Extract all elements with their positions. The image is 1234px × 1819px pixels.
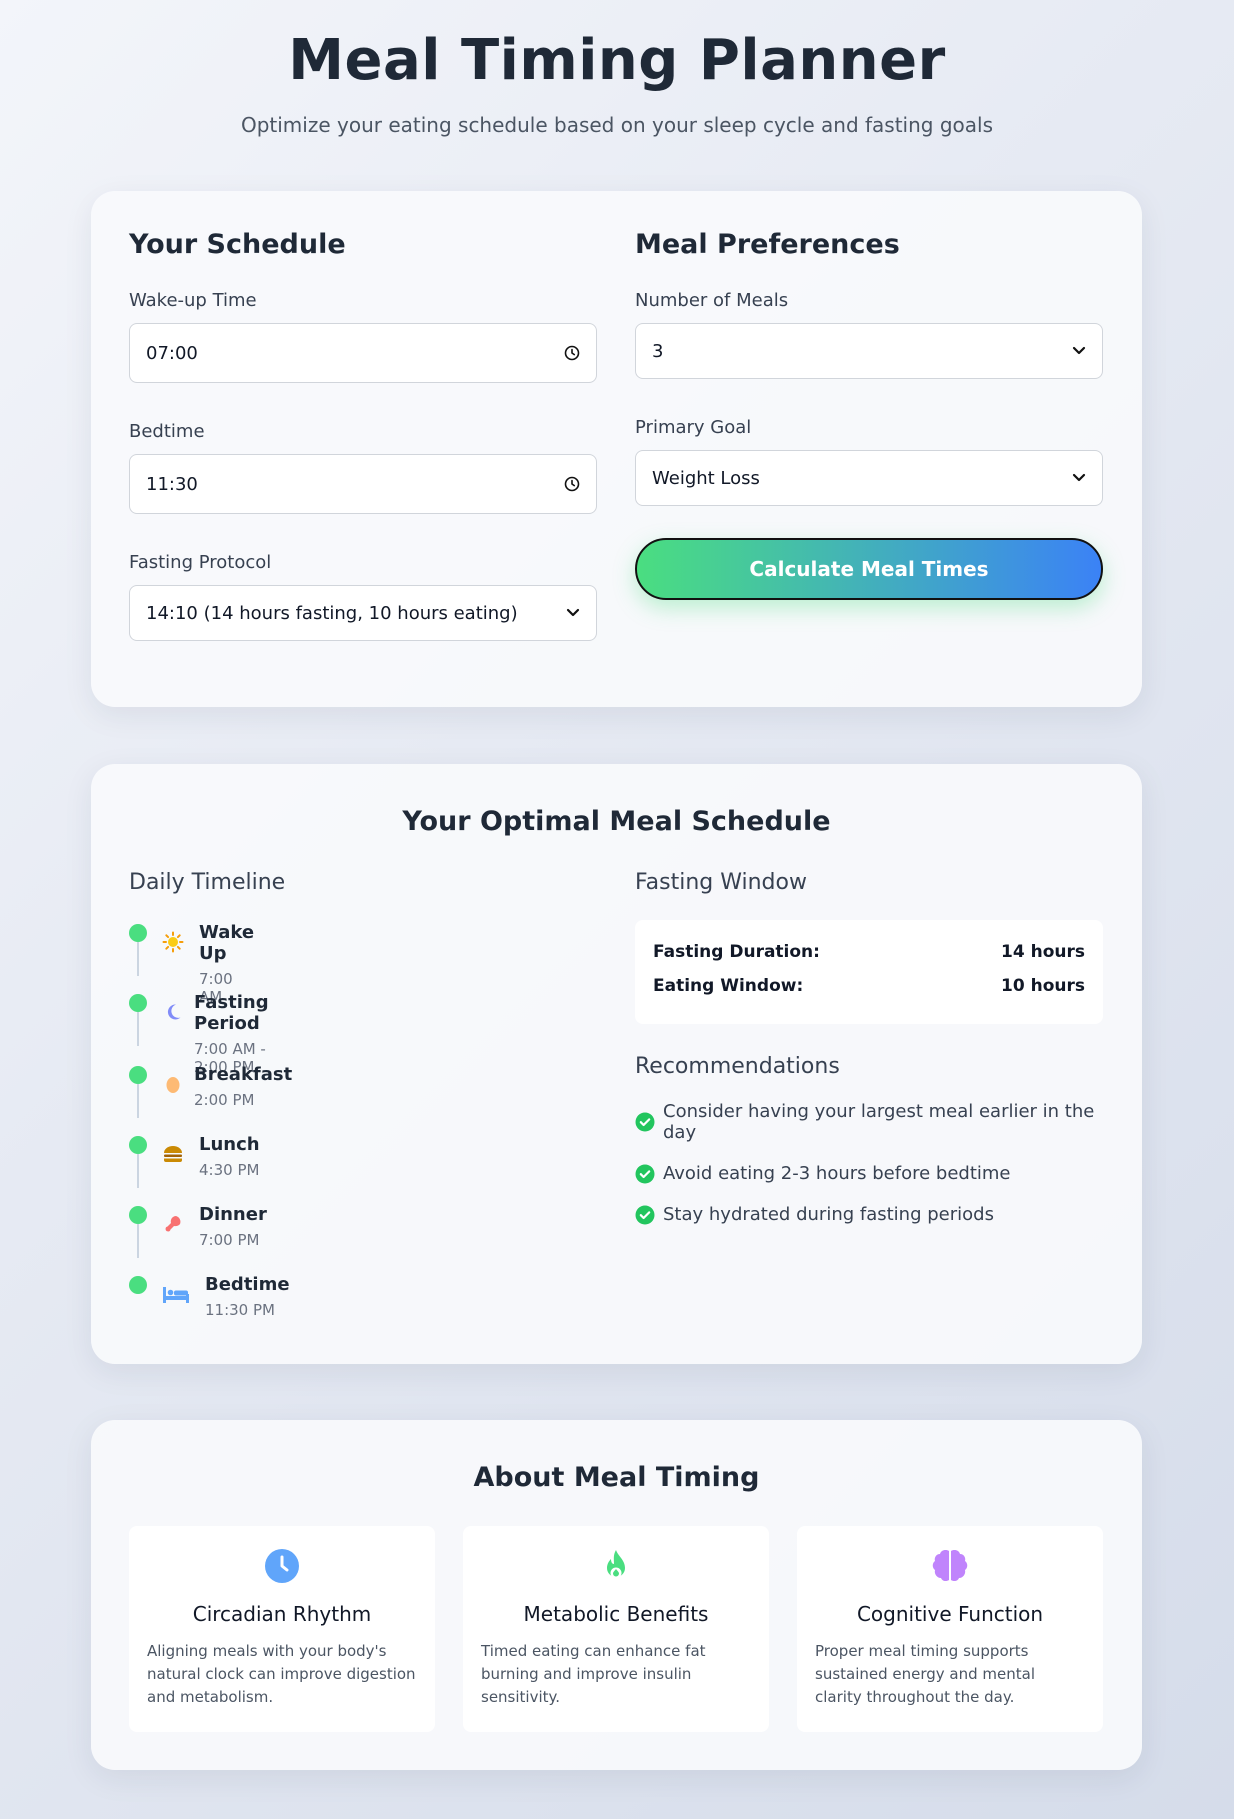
eating-window-value: 10 hours	[1001, 976, 1085, 996]
recommendation-text: Avoid eating 2-3 hours before bedtime	[663, 1163, 1011, 1184]
fasting-duration-row: Fasting Duration: 14 hours	[653, 942, 1085, 962]
fasting-duration-value: 14 hours	[1001, 942, 1085, 962]
protocol-value: 14:10 (14 hours fasting, 10 hours eating…	[146, 602, 518, 624]
timeline-label: Breakfast	[194, 1064, 293, 1085]
info-card-text: Aligning meals with your body's natural …	[147, 1642, 416, 1706]
moon-icon	[161, 1000, 185, 1024]
timeline-dot	[129, 1136, 147, 1154]
recommendation-item: Consider having your largest meal earlie…	[635, 1101, 1115, 1143]
timeline-label: Lunch	[199, 1134, 260, 1155]
timeline-connector	[137, 1084, 139, 1118]
schedule-title: Your Schedule	[129, 229, 346, 260]
info-card: Metabolic Benefits Timed eating can enha…	[463, 1526, 769, 1732]
timeline-dot	[129, 994, 147, 1012]
page-title: Meal Timing Planner	[288, 28, 946, 93]
page-header: Meal Timing Planner Optimize your eating…	[0, 0, 1234, 137]
wake-time-input[interactable]: 07:00	[129, 323, 597, 383]
about-grid: Circadian Rhythm Aligning meals with you…	[129, 1526, 1103, 1732]
recommendations-title: Recommendations	[635, 1054, 840, 1079]
info-card-title: Circadian Rhythm	[192, 1602, 372, 1626]
fasting-window-box: Fasting Duration: 14 hours Eating Window…	[635, 920, 1103, 1024]
recommendation-text: Consider having your largest meal earlie…	[663, 1101, 1095, 1143]
calculate-button[interactable]: Calculate Meal Times	[635, 538, 1103, 600]
meals-value: 3	[652, 340, 664, 362]
chevron-down-icon	[566, 608, 580, 618]
check-circle-icon	[635, 1164, 655, 1183]
wake-time-value: 07:00	[146, 342, 198, 364]
results-title: Your Optimal Meal Schedule	[402, 806, 831, 837]
flame-icon	[481, 1548, 751, 1586]
timeline-dot	[129, 924, 147, 942]
timeline-connector	[137, 942, 139, 976]
clock-icon[interactable]	[564, 345, 580, 361]
meals-count-select[interactable]: 3	[635, 323, 1103, 379]
goal-label: Primary Goal	[635, 417, 752, 438]
check-circle-icon	[635, 1205, 655, 1224]
timeline-time: 2:00 PM	[194, 1091, 255, 1109]
info-card: Circadian Rhythm Aligning meals with you…	[129, 1526, 435, 1732]
chevron-down-icon	[1072, 346, 1086, 356]
planner-form-card: Your Schedule Wake-up Time 07:00 Bedtime…	[91, 191, 1142, 707]
info-card-title: Cognitive Function	[856, 1602, 1044, 1626]
timeline-connector	[137, 1154, 139, 1188]
results-card: Your Optimal Meal Schedule Daily Timelin…	[91, 764, 1142, 1364]
goal-value: Weight Loss	[652, 467, 760, 489]
wake-label: Wake-up Time	[129, 290, 257, 311]
drumstick-icon	[161, 1212, 185, 1236]
sun-icon	[161, 930, 185, 954]
about-card: About Meal Timing Circadian Rhythm Align…	[91, 1420, 1142, 1770]
info-card-text: Timed eating can enhance fat burning and…	[481, 1642, 706, 1706]
eating-window-label: Eating Window:	[653, 976, 804, 996]
timeline-time: 4:30 PM	[199, 1161, 260, 1179]
timeline-dot	[129, 1206, 147, 1224]
timeline-label: Dinner	[199, 1204, 267, 1225]
eating-window-row: Eating Window: 10 hours	[653, 976, 1085, 996]
chevron-down-icon	[1072, 473, 1086, 483]
timeline-time: 7:00 PM	[199, 1231, 260, 1249]
fasting-protocol-select[interactable]: 14:10 (14 hours fasting, 10 hours eating…	[129, 585, 597, 641]
preferences-title: Meal Preferences	[635, 229, 900, 260]
recommendation-item: Avoid eating 2-3 hours before bedtime	[635, 1163, 1115, 1184]
schedule-section: Your Schedule Wake-up Time 07:00 Bedtime…	[129, 229, 597, 679]
timeline-connector	[137, 1224, 139, 1258]
about-title: About Meal Timing	[473, 1462, 760, 1493]
bedtime-value: 11:30	[146, 473, 198, 495]
protocol-label: Fasting Protocol	[129, 552, 272, 573]
brain-icon	[815, 1548, 1085, 1586]
recommendation-text: Stay hydrated during fasting periods	[663, 1204, 994, 1225]
info-card-text: Proper meal timing supports sustained en…	[815, 1642, 1036, 1706]
timeline-label: Wake Up	[199, 922, 255, 964]
egg-icon	[161, 1072, 185, 1096]
timeline-time: 11:30 PM	[205, 1301, 275, 1319]
check-circle-icon	[635, 1112, 655, 1132]
bedtime-label: Bedtime	[129, 421, 205, 442]
page-subtitle: Optimize your eating schedule based on y…	[240, 113, 994, 137]
primary-goal-select[interactable]: Weight Loss	[635, 450, 1103, 506]
recommendation-item: Stay hydrated during fasting periods	[635, 1204, 1115, 1225]
timeline-dot	[129, 1276, 147, 1294]
info-card-title: Metabolic Benefits	[523, 1602, 709, 1626]
preferences-section: Meal Preferences Number of Meals 3 Prima…	[635, 229, 1103, 600]
recommendations-section: Recommendations Consider having your lar…	[635, 1054, 1115, 1225]
bed-icon	[161, 1282, 191, 1306]
timeline-dot	[129, 1066, 147, 1084]
meals-label: Number of Meals	[635, 290, 789, 311]
fasting-duration-label: Fasting Duration:	[653, 942, 820, 962]
bedtime-input[interactable]: 11:30	[129, 454, 597, 514]
clock-icon[interactable]	[564, 476, 580, 492]
timeline-title: Daily Timeline	[129, 870, 286, 895]
fasting-window-title: Fasting Window	[635, 870, 807, 895]
timeline-connector	[137, 1012, 139, 1046]
clock-icon	[147, 1548, 417, 1586]
burger-icon	[161, 1142, 185, 1166]
timeline-label: Fasting Period	[194, 992, 269, 1034]
timeline-label: Bedtime	[205, 1274, 290, 1295]
info-card: Cognitive Function Proper meal timing su…	[797, 1526, 1103, 1732]
